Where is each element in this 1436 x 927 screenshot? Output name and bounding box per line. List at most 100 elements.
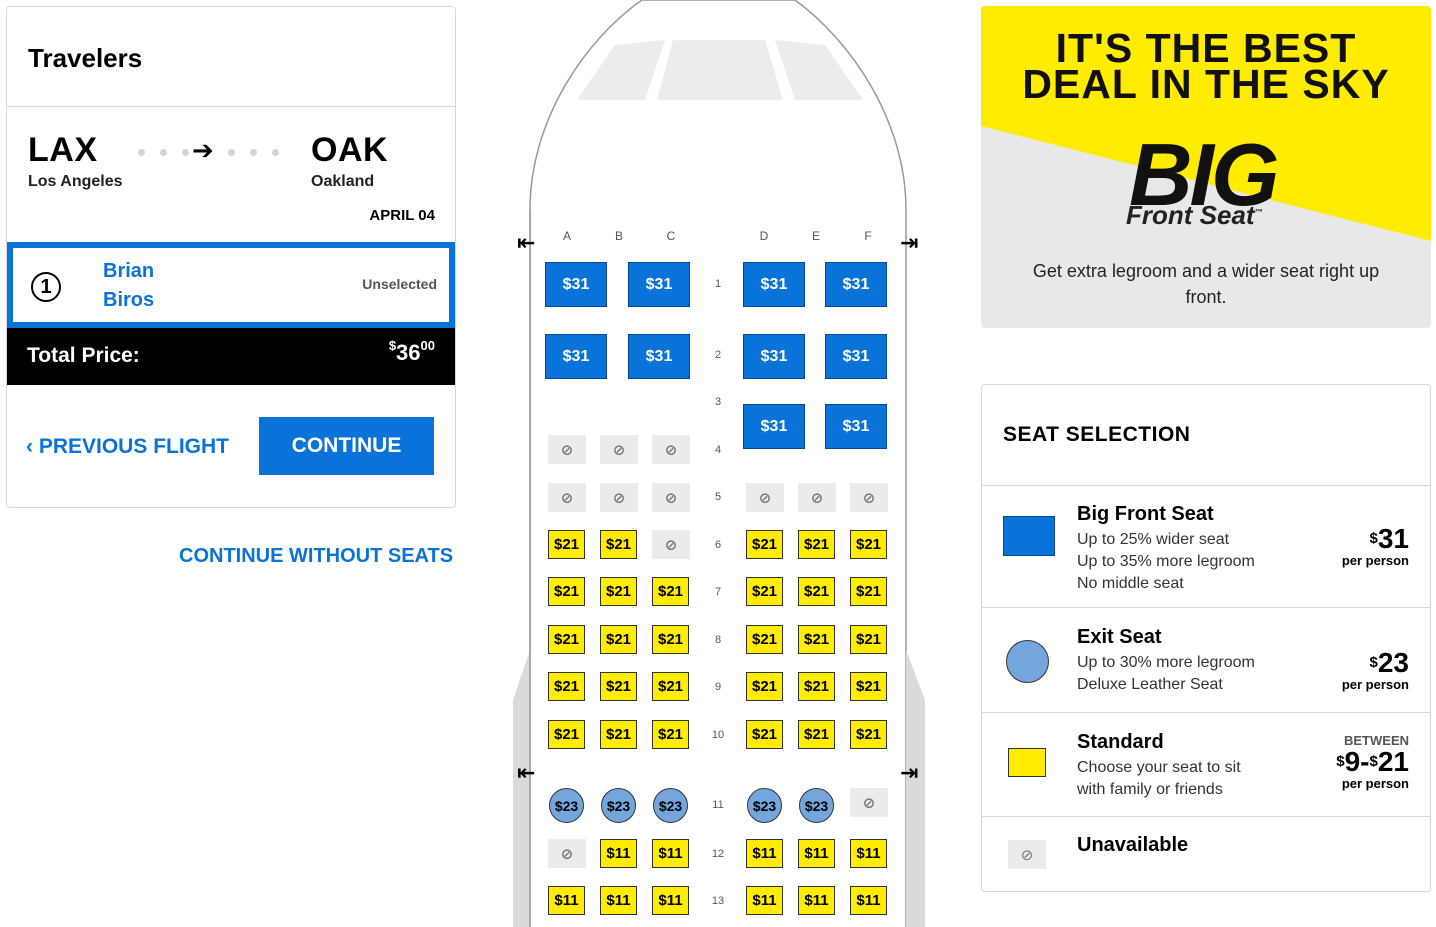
legend-price-standard: BETWEEN $9-$21 per person	[1336, 733, 1409, 791]
seat-13b[interactable]: $11	[600, 886, 637, 915]
seat-10a[interactable]: $21	[548, 720, 585, 749]
seat-9f[interactable]: $21	[850, 672, 887, 701]
seat-9d[interactable]: $21	[746, 672, 783, 701]
price-low: 9	[1344, 746, 1361, 777]
seat-1a[interactable]: $31	[545, 262, 607, 307]
price-per-person: per person	[1341, 553, 1409, 568]
total-whole: 36	[396, 340, 421, 365]
seat-7b[interactable]: $21	[600, 577, 637, 606]
seat-13c[interactable]: $11	[652, 886, 689, 915]
seat-selection-legend: SEAT SELECTION Big Front Seat Up to 25% …	[981, 384, 1431, 892]
seat-unavailable: ⊘	[746, 483, 784, 512]
exit-right-icon: ⇥	[900, 230, 919, 255]
traveler-row-selected[interactable]: 1 Brian Biros Unselected	[7, 242, 455, 328]
travelers-title: Travelers	[28, 43, 143, 73]
chevron-left-icon: ‹	[26, 435, 39, 458]
divider	[982, 712, 1430, 713]
column-label-f: F	[864, 229, 872, 243]
seat-8b[interactable]: $21	[600, 625, 637, 654]
legend-desc-standard: Choose your seat to sit with family or f…	[1077, 757, 1241, 801]
seat-9a[interactable]: $21	[548, 672, 585, 701]
seat-12d[interactable]: $11	[746, 839, 783, 868]
divider	[7, 106, 455, 107]
seat-6f[interactable]: $21	[850, 530, 887, 559]
legend-desc-big-front: Up to 25% wider seat Up to 35% more legr…	[1077, 529, 1255, 595]
seat-11d[interactable]: $23	[747, 788, 782, 823]
seat-11b[interactable]: $23	[601, 788, 636, 823]
seat-8c[interactable]: $21	[652, 625, 689, 654]
seat-unavailable: ⊘	[548, 839, 586, 868]
seat-3d[interactable]: $31	[743, 404, 805, 449]
row-label: 13	[711, 895, 725, 907]
seat-7e[interactable]: $21	[798, 577, 835, 606]
seat-10d[interactable]: $21	[746, 720, 783, 749]
seat-2e[interactable]: $31	[825, 334, 887, 379]
seat-9e[interactable]: $21	[798, 672, 835, 701]
seat-10c[interactable]: $21	[652, 720, 689, 749]
route-dots: ➔	[138, 135, 288, 165]
destination-code: OAK	[311, 131, 389, 169]
seat-7a[interactable]: $21	[548, 577, 585, 606]
seat-13f[interactable]: $11	[850, 886, 887, 915]
seat-7c[interactable]: $21	[652, 577, 689, 606]
seat-9b[interactable]: $21	[600, 672, 637, 701]
seat-10b[interactable]: $21	[600, 720, 637, 749]
seat-2b[interactable]: $31	[628, 334, 690, 379]
seat-2a[interactable]: $31	[545, 334, 607, 379]
seat-8a[interactable]: $21	[548, 625, 585, 654]
big-front-seat-promo[interactable]: IT'S THE BEST DEAL IN THE SKY BIG Front …	[981, 6, 1431, 328]
seat-8d[interactable]: $21	[746, 625, 783, 654]
total-price-bar: Total Price: $3600	[7, 328, 455, 385]
flight-date: APRIL 04	[369, 207, 435, 224]
seat-6a[interactable]: $21	[548, 530, 585, 559]
previous-flight-link[interactable]: ‹ PREVIOUS FLIGHT	[26, 435, 229, 459]
legend-desc-line: with family or friends	[1077, 781, 1223, 798]
seat-12f[interactable]: $11	[850, 839, 887, 868]
seat-8e[interactable]: $21	[798, 625, 835, 654]
legend-desc-line: Up to 35% more legroom	[1077, 553, 1255, 570]
seat-6d[interactable]: $21	[746, 530, 783, 559]
seat-10e[interactable]: $21	[798, 720, 835, 749]
legend-swatch-big-front	[1003, 516, 1055, 556]
seat-3e[interactable]: $31	[825, 404, 887, 449]
column-label-b: B	[614, 229, 623, 243]
seat-11c[interactable]: $23	[653, 788, 688, 823]
seat-12e[interactable]: $11	[798, 839, 835, 868]
seat-1e[interactable]: $31	[825, 262, 887, 307]
seat-13d[interactable]: $11	[746, 886, 783, 915]
exit-left-icon: ⇤	[517, 230, 536, 255]
seat-2d[interactable]: $31	[743, 334, 805, 379]
seat-12b[interactable]: $11	[600, 839, 637, 868]
column-label-d: D	[759, 229, 769, 243]
seat-unavailable: ⊘	[548, 483, 586, 512]
seat-1b[interactable]: $31	[628, 262, 690, 307]
seat-6b[interactable]: $21	[600, 530, 637, 559]
seat-unavailable: ⊘	[652, 530, 690, 559]
total-price-label: Total Price:	[27, 344, 140, 367]
continue-button[interactable]: CONTINUE	[259, 417, 434, 475]
seat-1d[interactable]: $31	[743, 262, 805, 307]
seat-map: A B C D E F 1 $31 $31 $31 $31 2 $31 $31 $31 $31 3 $31 $31 4…	[505, 0, 930, 927]
seat-13a[interactable]: $11	[548, 886, 585, 915]
seat-7d[interactable]: $21	[746, 577, 783, 606]
seat-11e[interactable]: $23	[799, 788, 834, 823]
seat-9c[interactable]: $21	[652, 672, 689, 701]
seat-7f[interactable]: $21	[850, 577, 887, 606]
seat-6e[interactable]: $21	[798, 530, 835, 559]
seat-10f[interactable]: $21	[850, 720, 887, 749]
seat-13e[interactable]: $11	[798, 886, 835, 915]
destination-city: Oakland	[311, 173, 375, 190]
price-high: 21	[1377, 746, 1409, 777]
continue-without-seats-link[interactable]: CONTINUE WITHOUT SEATS	[179, 545, 453, 568]
promo-headline-2: DEAL IN THE SKY	[1022, 61, 1390, 107]
legend-desc-line: No middle seat	[1077, 575, 1184, 592]
traveler-last-name: Biros	[103, 289, 155, 311]
seat-12c[interactable]: $11	[652, 839, 689, 868]
traveler-first-name: Brian	[103, 260, 155, 282]
seat-8f[interactable]: $21	[850, 625, 887, 654]
seat-11a[interactable]: $23	[549, 788, 584, 823]
legend-swatch-unavailable: ⊘	[1008, 840, 1046, 869]
route-dot	[272, 149, 279, 156]
traveler-seat-status: Unselected	[362, 276, 437, 292]
legend-swatch-exit	[1006, 640, 1049, 683]
